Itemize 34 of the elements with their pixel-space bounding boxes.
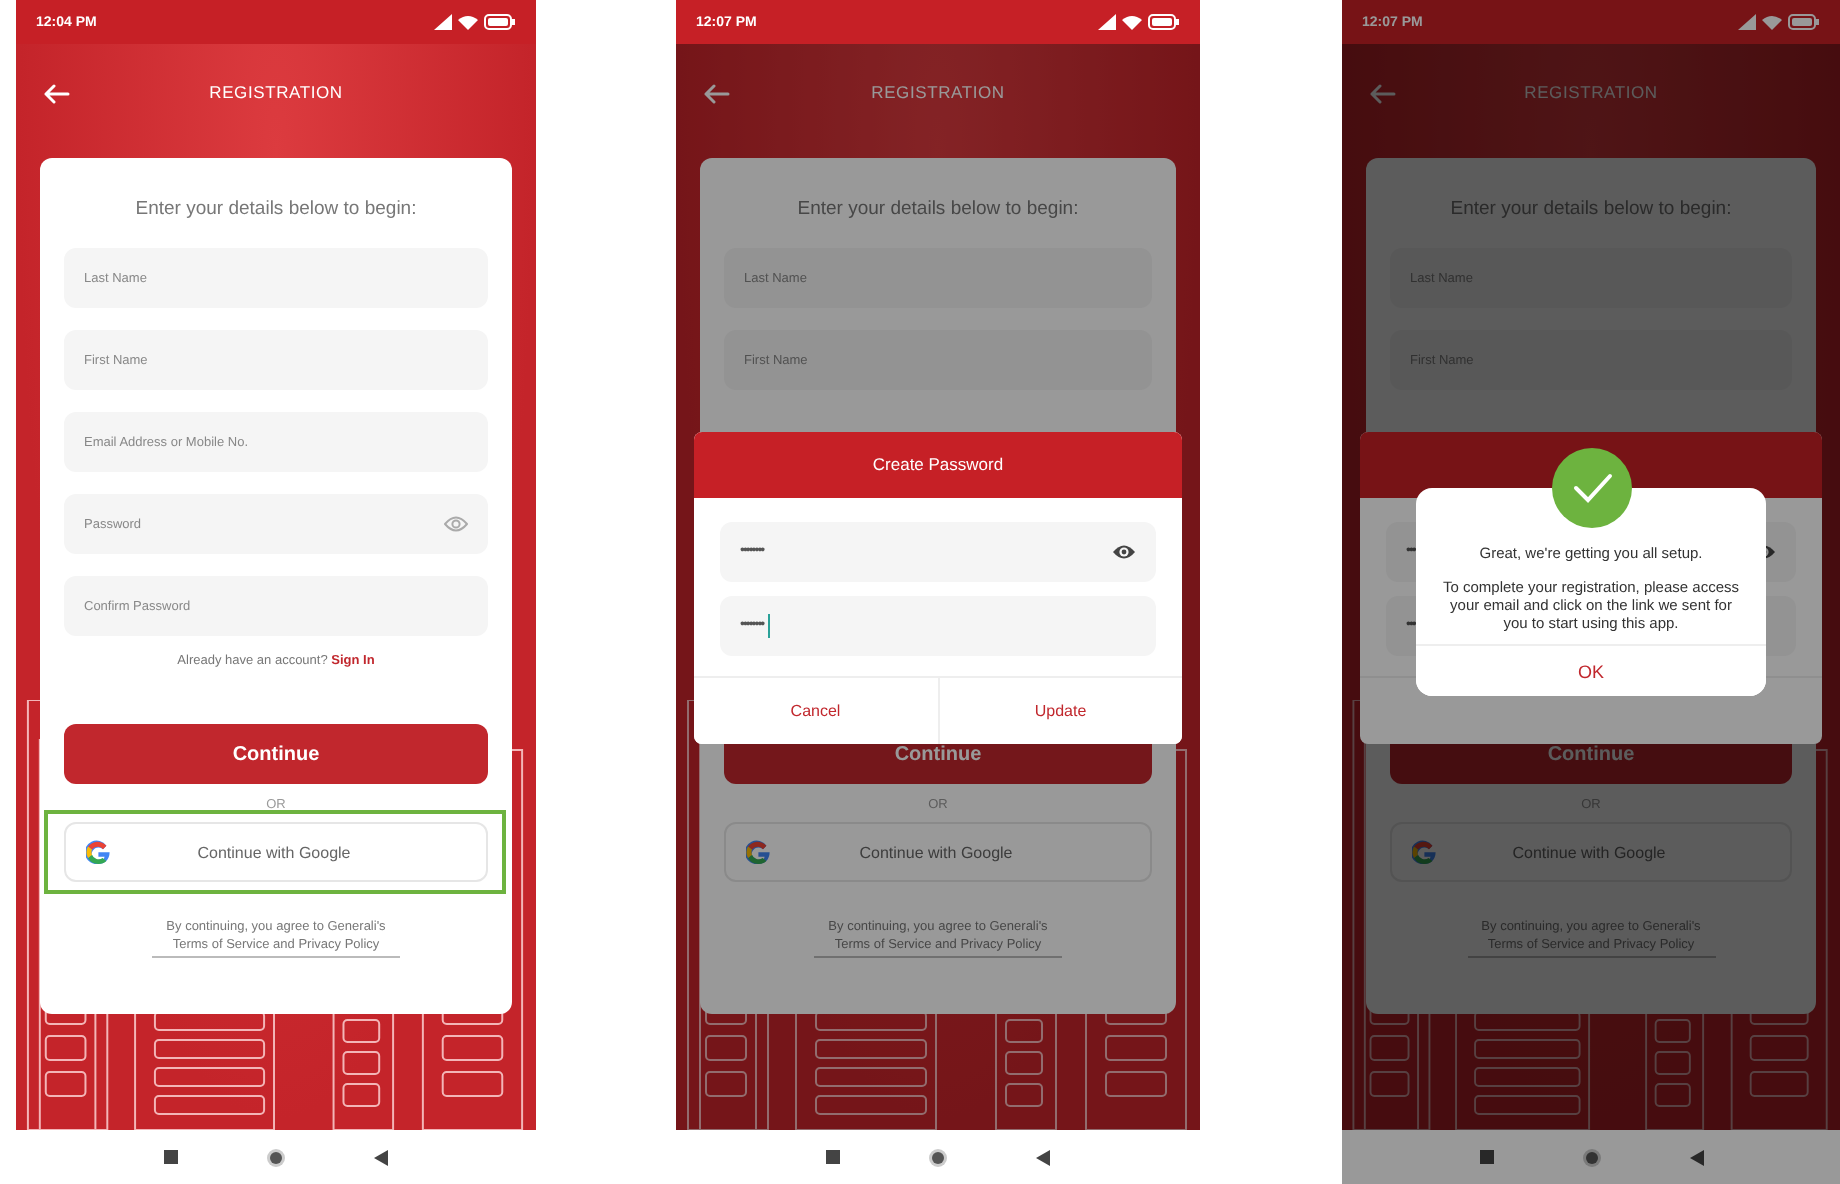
screen-title: REGISTRATION (209, 81, 343, 101)
google-logo-icon (1412, 840, 1436, 864)
dialog-title: Create Password (872, 454, 1004, 474)
form-heading: Enter your details below to begin: (135, 198, 417, 220)
eye-icon[interactable] (1112, 541, 1136, 561)
signal-icon (1738, 14, 1756, 30)
battery-icon (484, 14, 516, 30)
home-circle-icon[interactable] (1581, 1147, 1601, 1167)
dialog-button[interactable]: Update (937, 677, 1182, 743)
form-heading: Enter your details below to begin: (797, 198, 1079, 220)
google-sign-in-button[interactable]: Continue with Google (1390, 822, 1792, 882)
google-logo-icon (746, 840, 770, 864)
google-logo-icon (86, 840, 110, 864)
back-triangle-icon[interactable] (1036, 1149, 1050, 1165)
wifi-icon (1762, 14, 1782, 30)
back-triangle-icon[interactable] (1689, 1149, 1703, 1165)
battery-icon (1788, 14, 1820, 30)
wifi-icon (458, 14, 478, 30)
home-circle-icon[interactable] (266, 1147, 286, 1167)
signal-icon (1098, 14, 1116, 30)
google-sign-in-button[interactable]: Continue with Google (724, 822, 1152, 882)
screen-title: REGISTRATION (871, 81, 1005, 101)
battery-icon (1148, 14, 1180, 30)
continue-button[interactable]: Continue (64, 724, 488, 784)
back-triangle-icon[interactable] (374, 1149, 388, 1165)
screen-title: REGISTRATION (1524, 81, 1658, 101)
ok-button[interactable]: OK (1416, 644, 1766, 696)
google-sign-in-button[interactable]: Continue with Google (64, 822, 488, 882)
home-circle-icon[interactable] (928, 1147, 948, 1167)
wifi-icon (1122, 14, 1142, 30)
signal-icon (434, 14, 452, 30)
back-arrow-icon[interactable] (704, 84, 730, 104)
back-arrow-icon[interactable] (44, 84, 70, 104)
square-nav-icon[interactable] (1479, 1150, 1493, 1164)
